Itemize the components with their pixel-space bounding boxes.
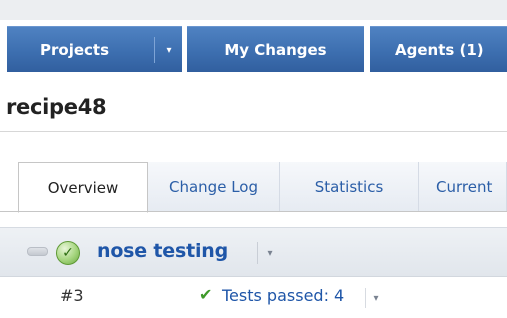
- configuration-header: ✓ nose testing ▾: [0, 227, 507, 277]
- nav-tab-agents[interactable]: Agents (1): [370, 26, 507, 72]
- page-title: recipe48: [6, 95, 107, 119]
- chevron-down-icon[interactable]: ▾: [158, 27, 180, 73]
- table-row: #3 ✔ Tests passed: 4 ▾: [0, 277, 507, 318]
- nav-tab-my-changes[interactable]: My Changes: [187, 26, 364, 72]
- nav-agents-label: Agents (1): [395, 40, 484, 59]
- success-check-icon: ✓: [56, 241, 80, 265]
- collapse-toggle-icon[interactable]: [27, 247, 48, 256]
- configuration-name-link[interactable]: nose testing: [97, 240, 228, 262]
- configuration-separator: [257, 242, 258, 264]
- main-navigation: Projects ▾ My Changes Agents (1): [0, 20, 507, 72]
- tab-statistics[interactable]: Statistics: [280, 162, 419, 212]
- top-strip: [0, 0, 507, 20]
- chevron-down-icon[interactable]: ▾: [262, 242, 278, 264]
- checkmark-icon: ✔: [199, 285, 213, 304]
- nav-projects-separator: [154, 37, 155, 63]
- tab-change-log[interactable]: Change Log: [148, 162, 280, 212]
- nav-projects-label: Projects: [40, 40, 110, 59]
- nav-my-changes-label: My Changes: [224, 40, 327, 59]
- tab-current[interactable]: Current: [419, 162, 507, 212]
- build-type-tabs: Overview Change Log Statistics Current: [0, 152, 507, 213]
- chevron-down-icon[interactable]: ▾: [369, 288, 383, 308]
- title-divider: [0, 131, 507, 132]
- build-status-link[interactable]: Tests passed: 4: [222, 286, 344, 305]
- tab-overview[interactable]: Overview: [18, 162, 148, 213]
- nav-tab-projects[interactable]: Projects ▾: [7, 26, 182, 72]
- build-number-link[interactable]: #3: [60, 286, 84, 305]
- tabs-baseline: [0, 211, 507, 212]
- build-row-separator: [365, 288, 366, 308]
